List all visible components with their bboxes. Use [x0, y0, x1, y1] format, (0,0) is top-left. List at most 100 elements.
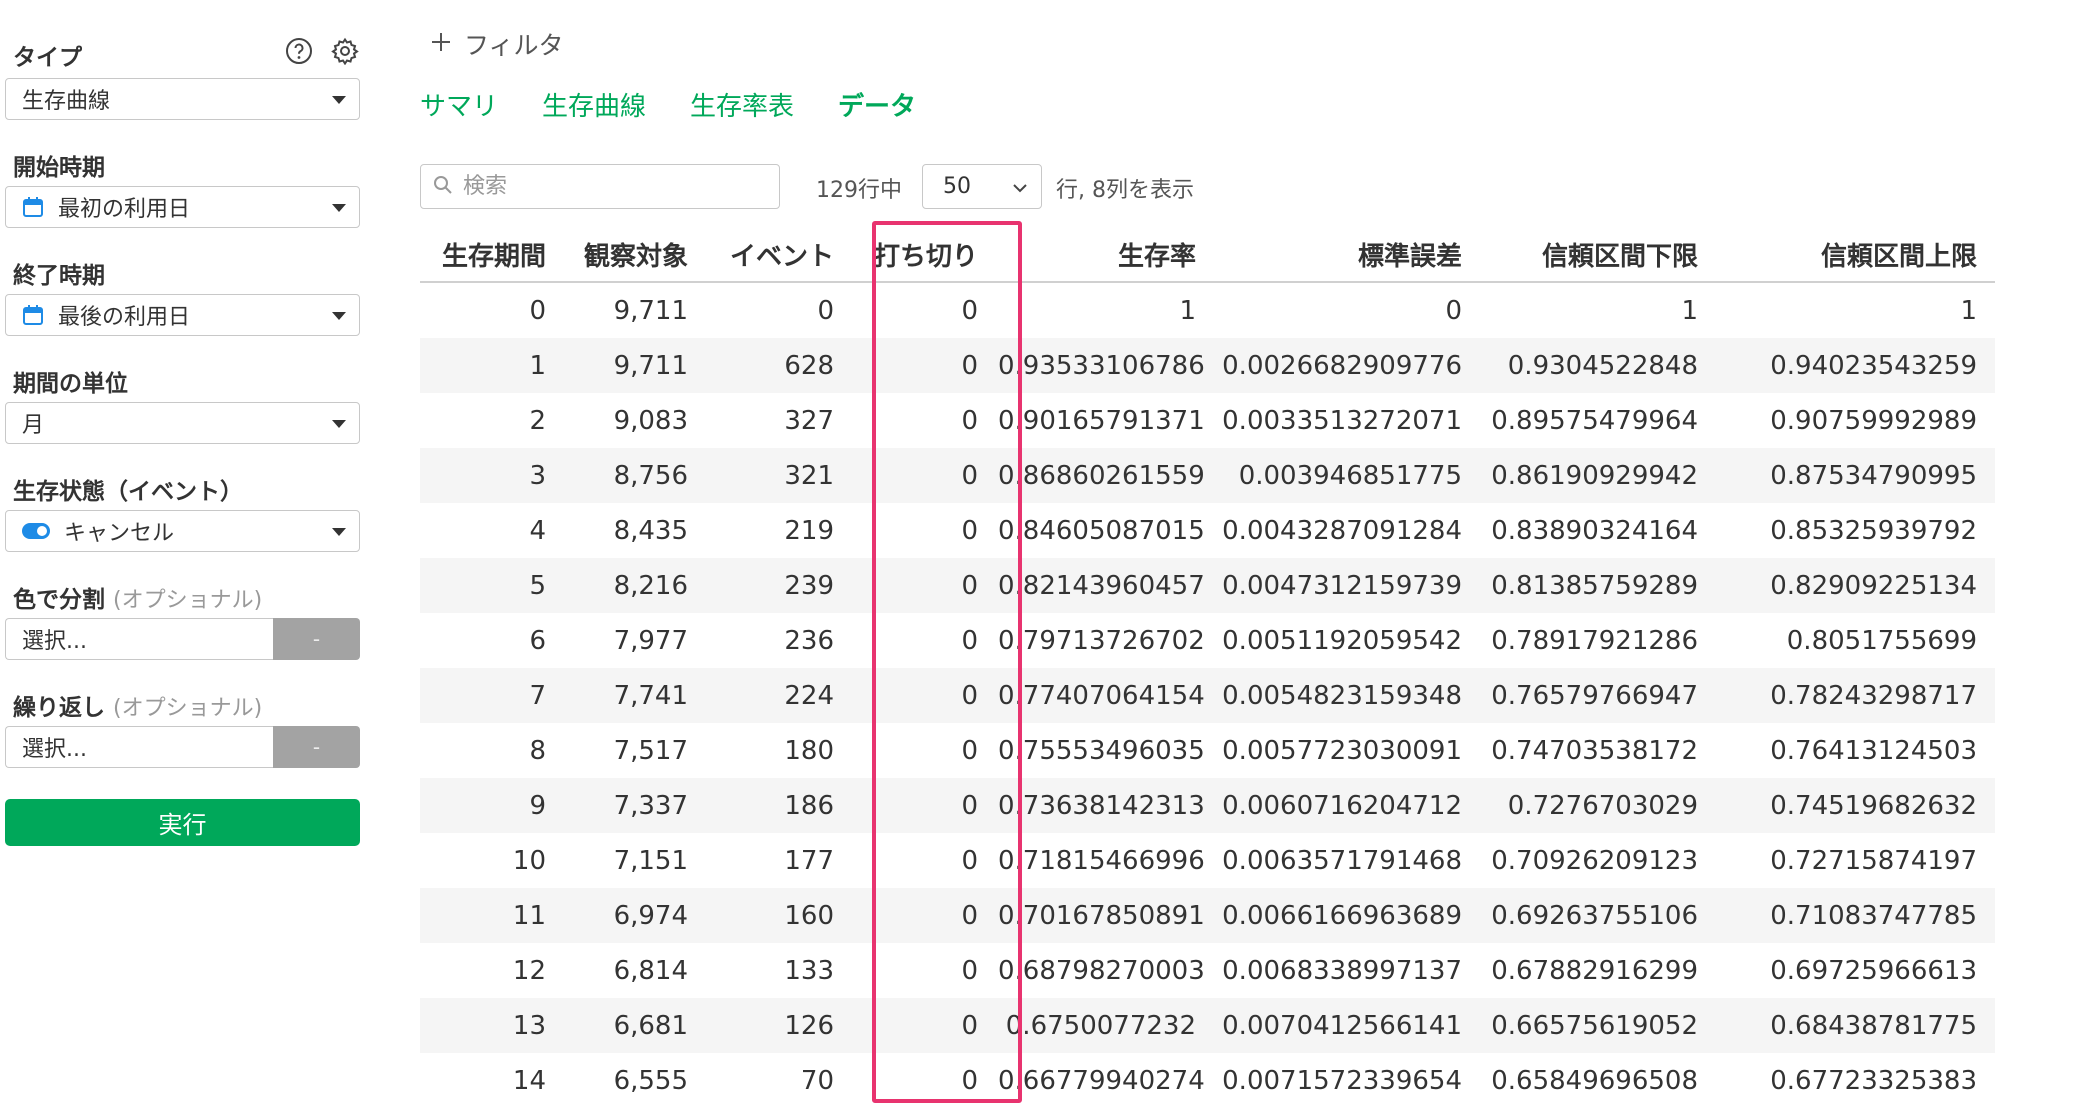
table-cell: 0	[1445, 295, 1462, 326]
table-cell: 0	[817, 295, 834, 326]
table-cell: 0	[961, 1065, 978, 1096]
table-row: 12 6,814 133 0 0.68798270003 0.0068338997137 0…	[420, 943, 1995, 998]
table-cell: 0.82909225134	[1716, 558, 1995, 613]
table-cell: 9,711	[613, 295, 688, 326]
table-cell: 0.75553496035	[998, 735, 1205, 766]
table-row: 8 7,517 180 0 0.75553496035 0.0057723030091 0.…	[420, 723, 1995, 778]
table-cell: 1	[1179, 295, 1196, 326]
table-cell: 6,681	[560, 998, 706, 1053]
table-cell: 8,216	[560, 558, 706, 613]
column-header[interactable]: 信頼区間下限	[1480, 227, 1716, 283]
tab-data[interactable]: データ	[838, 86, 916, 123]
cols-display-text: 行, 8列を表示	[1056, 178, 1194, 203]
color-label-text: 色で分割	[13, 587, 105, 613]
help-icon[interactable]	[284, 36, 314, 66]
caret-down-icon	[332, 312, 346, 320]
table-cell: 0.70926209123	[1491, 845, 1698, 876]
table-cell: 0.85325939792	[1770, 515, 1977, 546]
table-cell: 1	[1681, 295, 1698, 326]
caret-down-icon	[332, 528, 346, 536]
sidebar: タイプ 生存曲線 開始時期 最初の利用日 終了時期 最後の利用日 期間の単位 月…	[0, 0, 370, 1110]
table-cell: 8,435	[613, 515, 688, 546]
table-cell: 0.74703538172	[1491, 735, 1698, 766]
column-header[interactable]: 観察対象	[560, 227, 706, 283]
event-select[interactable]: キャンセル	[5, 510, 360, 552]
table-cell: 0.67882916299	[1491, 955, 1698, 986]
table-cell: 0.0060716204712	[1214, 778, 1480, 833]
table-cell: 0.84605087015	[998, 515, 1205, 546]
table-header-row: 生存期間 観察対象 イベント 打ち切り 生存率 標準誤差 信頼区間下限 信頼区間…	[420, 227, 1995, 283]
start-select[interactable]: 最初の利用日	[5, 186, 360, 228]
table-cell: 7,517	[613, 735, 688, 766]
column-header[interactable]: 信頼区間上限	[1716, 227, 1995, 283]
type-label: タイプ	[13, 45, 82, 71]
repeat-combo: 選択... -	[5, 726, 360, 768]
unit-select-value: 月	[22, 413, 45, 438]
column-header[interactable]: イベント	[706, 227, 852, 283]
column-header[interactable]: 打ち切り	[852, 227, 998, 283]
add-filter-button[interactable]: フィルタ	[430, 26, 564, 62]
color-clear-button[interactable]: -	[273, 618, 360, 660]
table-cell: 186	[706, 778, 852, 833]
table-row: 9 7,337 186 0 0.73638142313 0.0060716204712 0.…	[420, 778, 1995, 833]
table-cell: 0.90759992989	[1770, 405, 1977, 436]
color-input[interactable]: 選択...	[5, 618, 273, 660]
event-select-value: キャンセル	[64, 521, 175, 546]
table-cell: 7,977	[613, 625, 688, 656]
table-cell: 0	[852, 558, 998, 613]
table-cell: 1	[1960, 295, 1977, 326]
tab-survival-curve[interactable]: 生存曲線	[542, 86, 646, 123]
table-cell: 13	[420, 998, 560, 1053]
tab-survival-table[interactable]: 生存率表	[690, 86, 794, 123]
table-cell: 0.93533106786	[998, 338, 1214, 393]
type-select-value: 生存曲線	[22, 89, 111, 114]
page-size-select[interactable]: 50	[922, 164, 1042, 209]
run-button[interactable]: 実行	[5, 799, 360, 846]
table-body: 0 9,711 0 0 1 0 1 1 1 9,711 628 0 0.93533106786 0.002…	[420, 282, 1995, 1108]
search-input[interactable]	[461, 173, 765, 200]
type-select[interactable]: 生存曲線	[5, 78, 360, 120]
column-header[interactable]: 生存率	[998, 227, 1214, 283]
page-size-value: 50	[943, 174, 971, 199]
table-cell: 0	[961, 845, 978, 876]
end-select[interactable]: 最後の利用日	[5, 294, 360, 336]
search-box	[420, 164, 780, 209]
table-cell: 0.0063571791468	[1222, 845, 1462, 876]
table-cell: 0.78917921286	[1491, 625, 1698, 656]
end-label: 終了時期	[13, 263, 105, 289]
repeat-clear-button[interactable]: -	[273, 726, 360, 768]
table-cell: 0	[961, 405, 978, 436]
calendar-icon	[22, 304, 44, 326]
table-cell: 0.0033513272071	[1222, 405, 1462, 436]
table-cell: 6,555	[613, 1065, 688, 1096]
table-cell: 0.81385759289	[1480, 558, 1716, 613]
rows-count-text: 129行中	[816, 178, 902, 203]
table-cell: 8,756	[560, 448, 706, 503]
table-cell: 0.0066166963689	[1214, 888, 1480, 943]
table-cell: 0.69263755106	[1480, 888, 1716, 943]
gear-icon[interactable]	[330, 36, 360, 66]
table-cell: 327	[784, 405, 834, 436]
table-cell: 14	[512, 1065, 546, 1096]
table-cell: 0	[852, 778, 998, 833]
color-combo: 選択... -	[5, 618, 360, 660]
table-cell: 11	[420, 888, 560, 943]
unit-select[interactable]: 月	[5, 402, 360, 444]
table-cell: 0	[529, 295, 546, 326]
data-table: 生存期間 観察対象 イベント 打ち切り 生存率 標準誤差 信頼区間下限 信頼区間…	[420, 227, 1995, 1108]
table-cell: 0.89575479964	[1491, 405, 1698, 436]
table-cell: 0	[852, 888, 998, 943]
table-cell: 0.79713726702	[998, 625, 1205, 656]
table-cell: 0.8051755699	[1786, 625, 1977, 656]
table-cell: 0.66779940274	[998, 1065, 1205, 1096]
table-cell: 9,711	[560, 338, 706, 393]
search-icon	[433, 175, 453, 199]
repeat-input[interactable]: 選択...	[5, 726, 273, 768]
column-header[interactable]: 標準誤差	[1214, 227, 1480, 283]
table-row: 0 9,711 0 0 1 0 1 1	[420, 282, 1995, 338]
filter-label: フィルタ	[464, 31, 564, 60]
chevron-down-icon	[1011, 173, 1029, 203]
column-header[interactable]: 生存期間	[420, 227, 560, 283]
tab-summary[interactable]: サマリ	[420, 86, 498, 123]
calendar-icon	[22, 196, 44, 218]
